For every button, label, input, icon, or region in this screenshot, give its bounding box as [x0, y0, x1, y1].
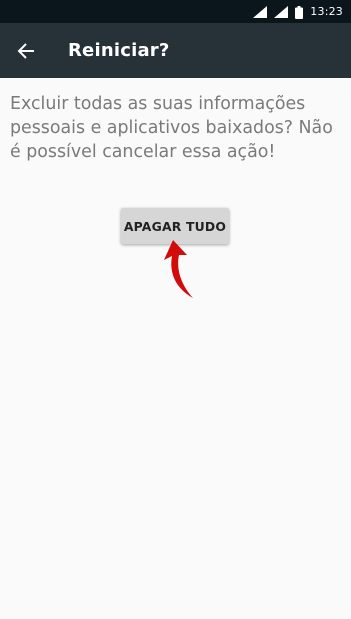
app-bar: Reiniciar?: [0, 23, 351, 78]
wifi-signal-icon: [274, 6, 289, 18]
annotation-arrow: [164, 240, 193, 298]
back-button[interactable]: [0, 23, 52, 78]
signal-icon: [253, 6, 268, 18]
reset-warning-message: Excluir todas as suas informações pessoa…: [10, 94, 333, 162]
status-time: 13:23: [310, 5, 343, 18]
page-title: Reiniciar?: [68, 40, 170, 61]
battery-icon: [295, 5, 304, 19]
arrow-left-icon: [17, 42, 34, 59]
status-bar: 13:23: [0, 0, 351, 23]
status-icons: 13:23: [253, 4, 343, 20]
